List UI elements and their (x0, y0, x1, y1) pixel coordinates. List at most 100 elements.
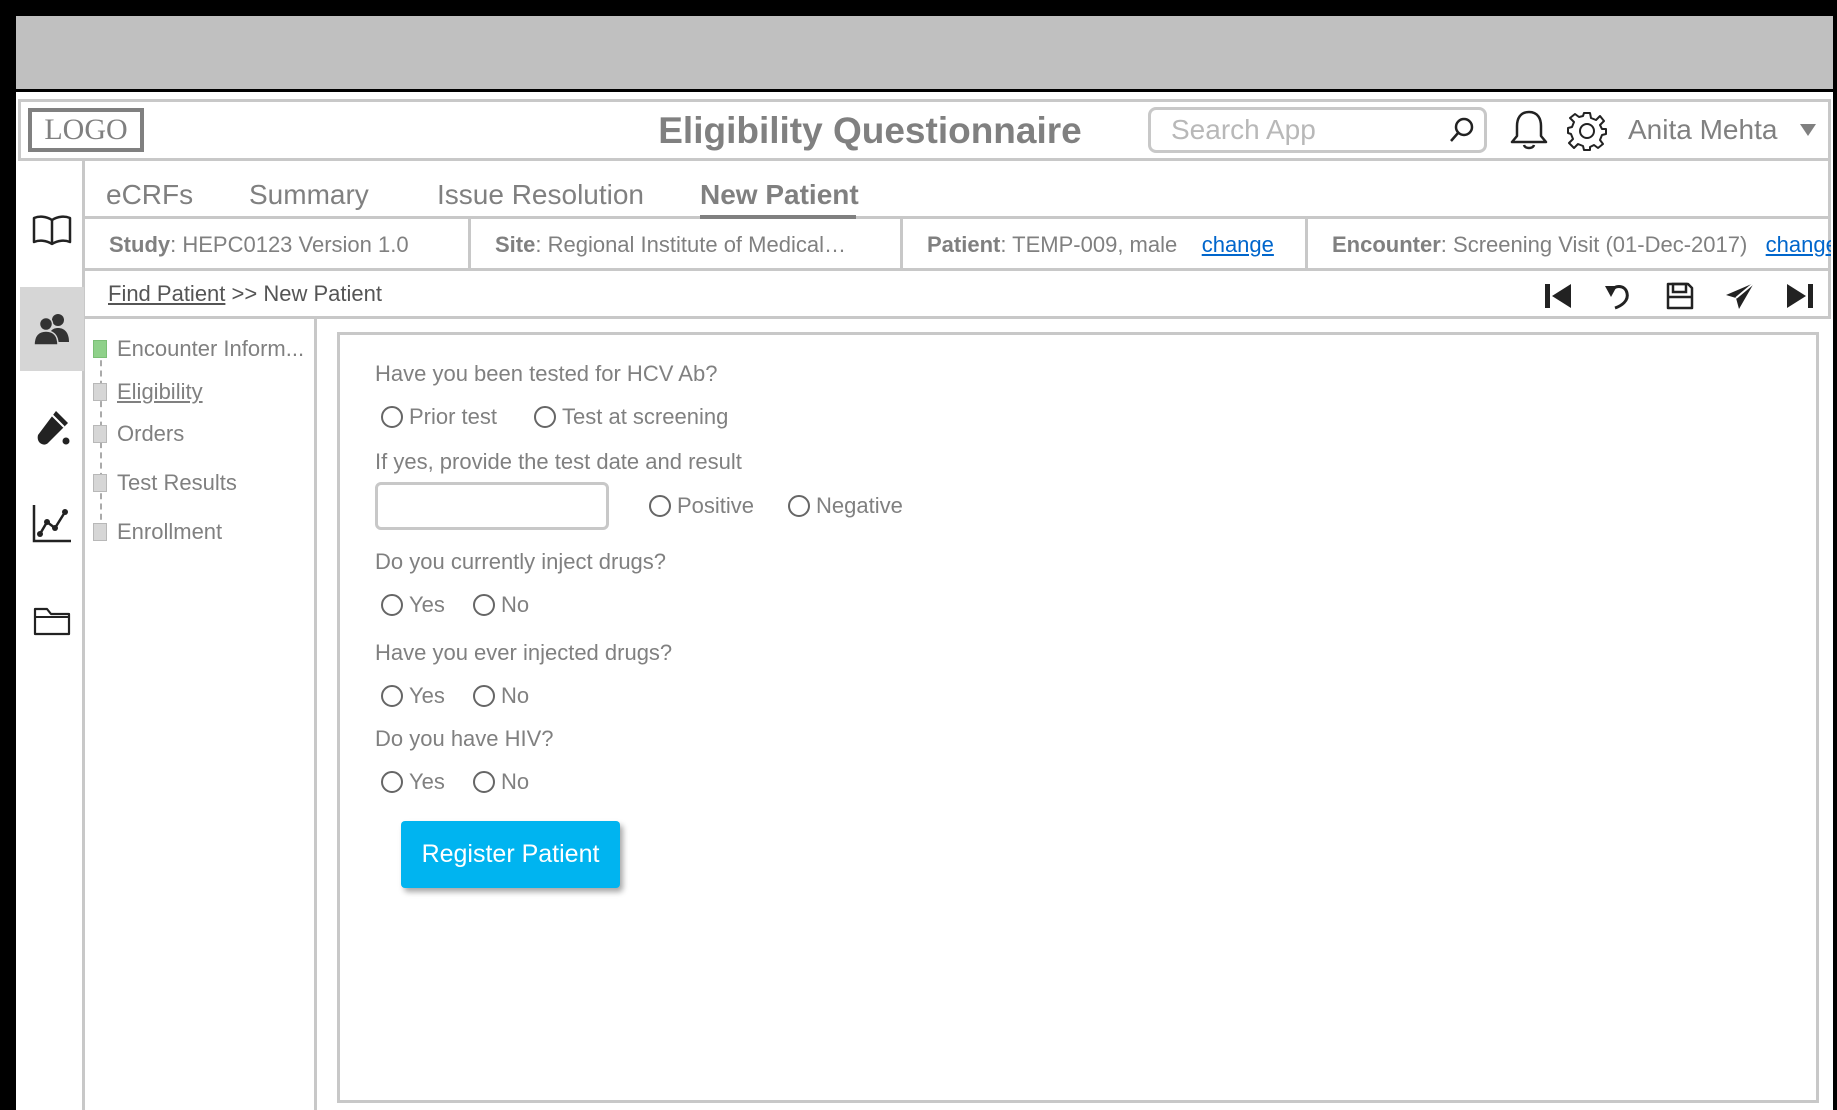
radio-currently-inject-yes[interactable]: Yes (381, 591, 445, 619)
breadcrumb-find-patient-link[interactable]: Find Patient (108, 281, 225, 306)
search-icon[interactable] (1448, 116, 1476, 144)
radio-test-at-screening[interactable]: Test at screening (534, 403, 728, 431)
question-ever-injected: Have you ever injected drugs? (375, 640, 673, 665)
radio-ever-injected-no[interactable]: No (473, 682, 529, 710)
radio-circle[interactable] (381, 406, 403, 428)
encounter-label: Encounter (1332, 232, 1441, 257)
window-title-bar (16, 16, 1833, 92)
radio-circle[interactable] (649, 495, 671, 517)
step-marker (93, 383, 107, 401)
last-icon (1787, 284, 1813, 308)
radio-label: Test at screening (562, 404, 729, 429)
step-complete-marker (93, 340, 107, 358)
radio-currently-inject-no[interactable]: No (473, 591, 529, 619)
radio-negative[interactable]: Negative (788, 492, 903, 520)
patient-info: Patient: TEMP-009, male change (903, 219, 1308, 271)
breadcrumb-separator: >> (225, 281, 264, 306)
test-date-field[interactable] (375, 482, 609, 530)
rail-item-patients[interactable] (20, 287, 84, 371)
tab-ecrfs[interactable]: eCRFs (106, 178, 193, 212)
step-label: Enrollment (117, 519, 223, 544)
radio-label: No (501, 769, 530, 794)
register-patient-button[interactable]: Register Patient (401, 821, 620, 888)
step-encounter-information[interactable]: Encounter Inform... (93, 335, 304, 363)
radio-circle[interactable] (473, 685, 495, 707)
encounter-value: : Screening Visit (01-Dec-2017) (1440, 232, 1748, 257)
radio-hiv-yes[interactable]: Yes (381, 768, 445, 796)
radio-hiv-no[interactable]: No (473, 768, 529, 796)
gear-icon[interactable] (1566, 110, 1608, 152)
search-input[interactable] (1148, 107, 1487, 153)
test-tube-icon (37, 411, 70, 445)
rail-item-files[interactable] (20, 579, 84, 663)
radio-label: Prior test (409, 404, 498, 429)
radio-label: Positive (677, 493, 755, 518)
book-icon (32, 215, 72, 246)
save-icon (1666, 282, 1694, 310)
bell-icon[interactable] (1508, 108, 1550, 152)
step-enrollment[interactable]: Enrollment (93, 518, 222, 546)
chevron-down-icon[interactable] (1798, 122, 1818, 138)
folder-icon (33, 607, 71, 636)
encounter-info: Encounter: Screening Visit (01-Dec-2017)… (1308, 219, 1831, 271)
question-test-date-result: If yes, provide the test date and result (375, 449, 742, 474)
question-hcv-tested: Have you been tested for HCV Ab? (375, 361, 718, 386)
study-value: : HEPC0123 Version 1.0 (170, 232, 409, 257)
radio-circle[interactable] (381, 771, 403, 793)
radio-label: No (501, 592, 530, 617)
undo-button[interactable] (1598, 276, 1638, 316)
study-info: Study: HEPC0123 Version 1.0 (85, 219, 471, 271)
tab-summary[interactable]: Summary (249, 178, 369, 212)
save-button[interactable] (1660, 276, 1700, 316)
site-info: Site: Regional Institute of Medical… (471, 219, 903, 271)
step-eligibility[interactable]: Eligibility (93, 378, 203, 406)
radio-circle[interactable] (381, 594, 403, 616)
first-button[interactable] (1538, 276, 1578, 316)
users-icon (33, 314, 69, 346)
radio-ever-injected-yes[interactable]: Yes (381, 682, 445, 710)
rail-item-reports[interactable] (20, 481, 84, 565)
site-label: Site (495, 232, 536, 257)
last-button[interactable] (1780, 276, 1820, 316)
change-patient-link[interactable]: change (1202, 232, 1274, 257)
step-label: Orders (117, 421, 185, 446)
step-label: Test Results (117, 470, 237, 495)
step-marker (93, 425, 107, 443)
patient-value: : TEMP-009, male (1000, 232, 1178, 257)
step-label: Encounter Inform... (117, 336, 305, 361)
site-value: : Regional Institute of Medical… (535, 232, 846, 257)
radio-label: Yes (409, 683, 445, 708)
tab-new-patient[interactable]: New Patient (700, 178, 859, 212)
page-title: Eligibility Questionnaire (658, 110, 1082, 151)
send-button[interactable] (1720, 276, 1760, 316)
radio-circle[interactable] (473, 771, 495, 793)
radio-label: Yes (409, 592, 445, 617)
logo: LOGO (28, 108, 144, 152)
radio-label: Yes (409, 769, 445, 794)
step-test-results[interactable]: Test Results (93, 469, 237, 497)
step-marker (93, 523, 107, 541)
radio-label: Negative (816, 493, 903, 518)
radio-circle[interactable] (534, 406, 556, 428)
radio-circle[interactable] (381, 685, 403, 707)
breadcrumb-current: New Patient (263, 281, 382, 306)
step-marker (93, 474, 107, 492)
question-currently-inject: Do you currently inject drugs? (375, 549, 667, 574)
change-encounter-link[interactable]: change (1766, 232, 1831, 257)
radio-prior-test[interactable]: Prior test (381, 403, 497, 431)
radio-circle[interactable] (788, 495, 810, 517)
step-label: Eligibility (117, 379, 203, 404)
breadcrumb: Find Patient >> New Patient (108, 279, 382, 309)
step-orders[interactable]: Orders (93, 420, 184, 448)
rail-item-book[interactable] (20, 188, 84, 272)
user-name[interactable]: Anita Mehta (1628, 110, 1777, 150)
question-hiv: Do you have HIV? (375, 726, 554, 751)
send-icon (1726, 282, 1755, 309)
first-icon (1545, 284, 1571, 308)
radio-label: No (501, 683, 530, 708)
radio-positive[interactable]: Positive (649, 492, 754, 520)
rail-item-lab[interactable] (20, 385, 84, 469)
chart-icon (32, 505, 71, 543)
tab-issue-resolution[interactable]: Issue Resolution (437, 178, 644, 212)
radio-circle[interactable] (473, 594, 495, 616)
